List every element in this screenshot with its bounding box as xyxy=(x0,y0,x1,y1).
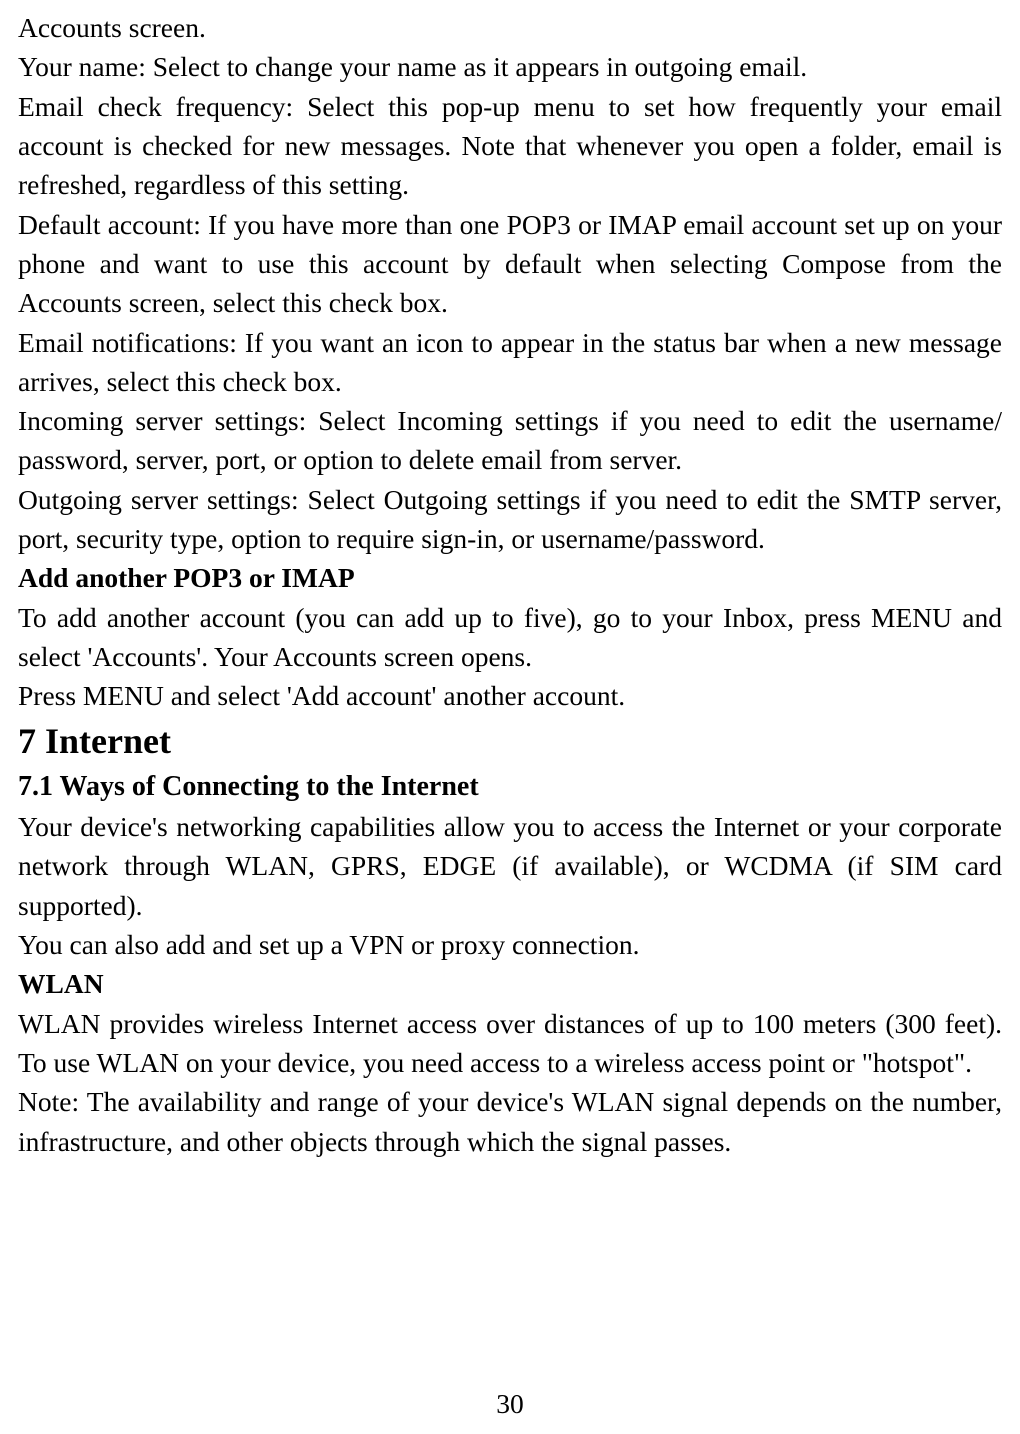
paragraph: Incoming server settings: Select Incomin… xyxy=(18,401,1002,480)
paragraph: Email check frequency: Select this pop-u… xyxy=(18,87,1002,205)
page-number: 30 xyxy=(0,1388,1020,1420)
paragraph: Default account: If you have more than o… xyxy=(18,205,1002,323)
chapter-heading: 7 Internet xyxy=(18,716,1002,767)
paragraph: WLAN provides wireless Internet access o… xyxy=(18,1004,1002,1083)
paragraph: Your device's networking capabilities al… xyxy=(18,807,1002,925)
paragraph: Note: The availability and range of your… xyxy=(18,1082,1002,1161)
paragraph: You can also add and set up a VPN or pro… xyxy=(18,925,1002,964)
paragraph: Email notifications: If you want an icon… xyxy=(18,323,1002,402)
page-content: Accounts screen. Your name: Select to ch… xyxy=(18,8,1002,1161)
subheading-add-another: Add another POP3 or IMAP xyxy=(18,558,1002,597)
paragraph: Press MENU and select 'Add account' anot… xyxy=(18,676,1002,715)
paragraph: Outgoing server settings: Select Outgoin… xyxy=(18,480,1002,559)
section-heading: 7.1 Ways of Connecting to the Internet xyxy=(18,767,1002,807)
paragraph: Accounts screen. xyxy=(18,8,1002,47)
subheading-wlan: WLAN xyxy=(18,964,1002,1003)
paragraph: To add another account (you can add up t… xyxy=(18,598,1002,677)
paragraph: Your name: Select to change your name as… xyxy=(18,47,1002,86)
